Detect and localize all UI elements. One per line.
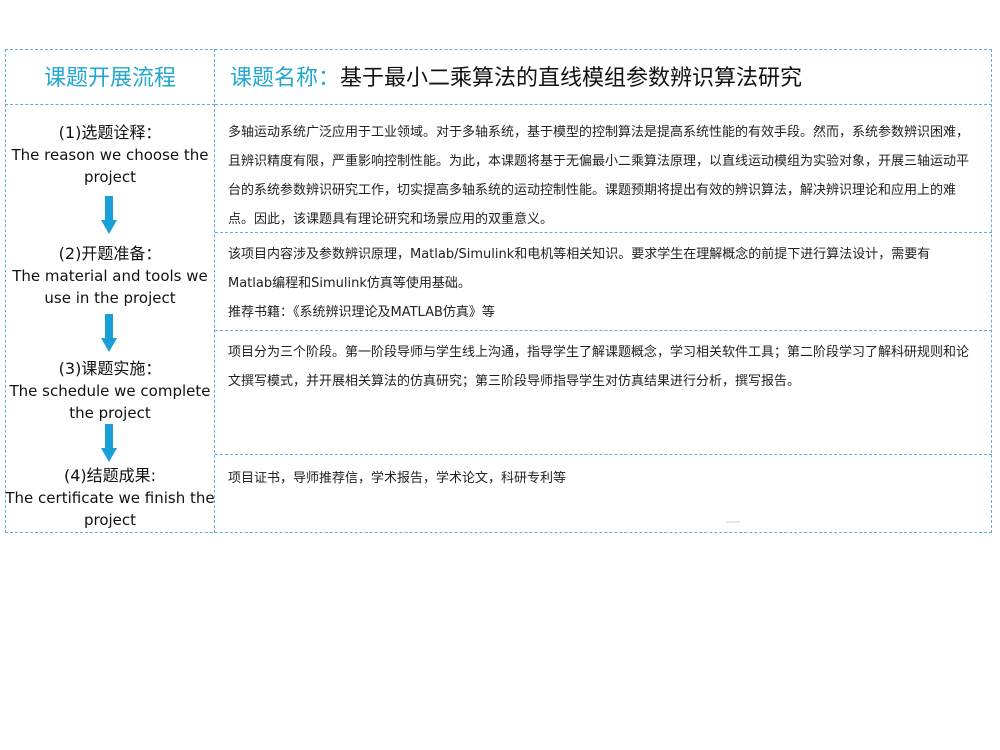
step-2: (2)开题准备： The material and tools we use i… bbox=[5, 243, 215, 309]
content-recommended-books: 推荐书籍：《系统辨识理论及MATLAB仿真》等 bbox=[228, 305, 495, 320]
step-4-subtitle: The certificate we finish the project bbox=[5, 489, 215, 529]
decorative-mark bbox=[726, 521, 740, 523]
project-title-text: 基于最小二乘算法的直线模组参数辨识算法研究 bbox=[340, 66, 803, 91]
step-4: (4)结题成果: The certificate we finish the p… bbox=[5, 465, 215, 531]
project-title: 课题名称：基于最小二乘算法的直线模组参数辨识算法研究 bbox=[230, 60, 802, 92]
row-divider bbox=[215, 454, 992, 455]
step-3-title: (3)课题实施： bbox=[58, 359, 162, 378]
step-2-title: (2)开题准备： bbox=[58, 244, 162, 263]
row-divider bbox=[5, 104, 215, 105]
step-3-subtitle: The schedule we complete the project bbox=[9, 382, 211, 422]
row-divider bbox=[215, 330, 992, 331]
step-4-title: (4)结题成果: bbox=[63, 466, 157, 485]
arrow-down-icon bbox=[101, 314, 117, 352]
process-title: 课题开展流程 bbox=[43, 66, 176, 91]
step-1-subtitle: The reason we choose the project bbox=[11, 146, 209, 186]
content-results: 项目证书，导师推荐信，学术报告，学术论文，科研专利等 bbox=[228, 471, 567, 486]
arrow-down-icon bbox=[101, 424, 117, 462]
step-1: (1)选题诠释： The reason we choose the projec… bbox=[5, 122, 215, 188]
row-divider bbox=[215, 104, 992, 105]
arrow-down-icon bbox=[101, 196, 117, 234]
content-preparation: 该项目内容涉及参数辨识原理，Matlab/Simulink和电机等相关知识。要求… bbox=[228, 247, 931, 291]
content-topic-explanation: 多轴运动系统广泛应用于工业领域。对于多轴系统，基于模型的控制算法是提高系统性能的… bbox=[228, 125, 970, 227]
step-1-title: (1)选题诠释： bbox=[58, 123, 162, 142]
step-2-subtitle: The material and tools we use in the pro… bbox=[12, 267, 208, 307]
step-3: (3)课题实施： The schedule we complete the pr… bbox=[5, 358, 215, 424]
project-title-label: 课题名称： bbox=[230, 66, 341, 91]
content-implementation: 项目分为三个阶段。第一阶段导师与学生线上沟通，指导学生了解课题概念，学习相关软件… bbox=[228, 345, 970, 389]
